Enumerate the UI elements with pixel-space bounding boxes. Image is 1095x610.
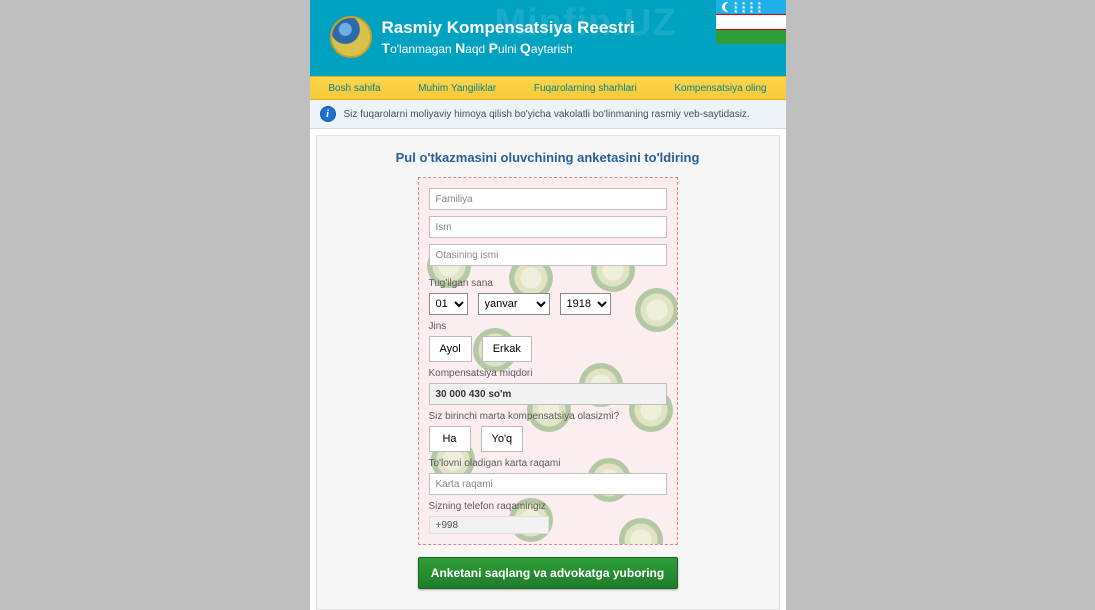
patronymic-input[interactable] <box>429 244 667 266</box>
info-icon: i <box>320 106 336 122</box>
amount-label: Kompensatsiya miqdori <box>429 368 667 379</box>
amount-group: Kompensatsiya miqdori 30 000 430 so'm <box>429 368 667 405</box>
nav-reviews[interactable]: Fuqarolarning sharhlari <box>534 83 637 94</box>
page-container: Minfin.UZ Rasmiy Kompensatsiya Reestri T… <box>310 0 786 610</box>
form-title: Pul o'tkazmasini oluvchining anketasini … <box>331 150 765 165</box>
site-subtitle: To'lanmagan Naqd Pulni Qaytarish <box>382 40 770 56</box>
submit-button[interactable]: Anketani saqlang va advokatga yuboring <box>418 557 678 589</box>
title-block: Rasmiy Kompensatsiya Reestri To'lanmagan… <box>382 18 770 56</box>
phone-group: Sizning telefon raqamingiz +998 <box>429 501 667 534</box>
nav-home[interactable]: Bosh sahifa <box>328 83 380 94</box>
dob-group: Tug'ilgan sana 01 yanvar 1918 <box>429 278 667 315</box>
state-emblem-icon <box>330 16 372 58</box>
recipient-form: Tug'ilgan sana 01 yanvar 1918 Jins Ayol … <box>418 177 678 545</box>
dob-year-select[interactable]: 1918 <box>560 293 611 315</box>
dob-label: Tug'ilgan sana <box>429 278 667 289</box>
amount-value: 30 000 430 so'm <box>429 383 667 405</box>
surname-input[interactable] <box>429 188 667 210</box>
first-time-no-button[interactable]: Yo'q <box>481 426 524 452</box>
gender-group: Jins Ayol Erkak <box>429 321 667 362</box>
firstname-input[interactable] <box>429 216 667 238</box>
content-panel: Pul o'tkazmasini oluvchining anketasini … <box>316 135 780 610</box>
first-time-group: Siz birinchi marta kompensatsiya olasizm… <box>429 411 667 452</box>
phone-label: Sizning telefon raqamingiz <box>429 501 667 512</box>
nav-news[interactable]: Muhim Yangiliklar <box>418 83 496 94</box>
gender-female-button[interactable]: Ayol <box>429 336 472 362</box>
info-bar: i Siz fuqarolarni moliyaviy himoya qilis… <box>310 100 786 129</box>
gender-male-button[interactable]: Erkak <box>482 336 532 362</box>
main-nav: Bosh sahifa Muhim Yangiliklar Fuqarolarn… <box>310 76 786 100</box>
phone-value: +998 <box>429 516 549 534</box>
uzbekistan-flag-icon: ★ ★ ★ ★★ ★ ★ ★★ ★ ★ ★ <box>716 0 786 44</box>
info-text: Siz fuqarolarni moliyaviy himoya qilish … <box>344 109 750 120</box>
header: Minfin.UZ Rasmiy Kompensatsiya Reestri T… <box>310 0 786 76</box>
site-title: Rasmiy Kompensatsiya Reestri <box>382 18 770 38</box>
first-time-label: Siz birinchi marta kompensatsiya olasizm… <box>429 411 667 422</box>
card-number-input[interactable] <box>429 473 667 495</box>
nav-compensation[interactable]: Kompensatsiya oling <box>674 83 766 94</box>
card-label: To'lovni oladigan karta raqami <box>429 458 667 469</box>
dob-day-select[interactable]: 01 <box>429 293 468 315</box>
dob-month-select[interactable]: yanvar <box>478 293 550 315</box>
first-time-yes-button[interactable]: Ha <box>429 426 471 452</box>
card-group: To'lovni oladigan karta raqami <box>429 458 667 495</box>
gender-label: Jins <box>429 321 667 332</box>
